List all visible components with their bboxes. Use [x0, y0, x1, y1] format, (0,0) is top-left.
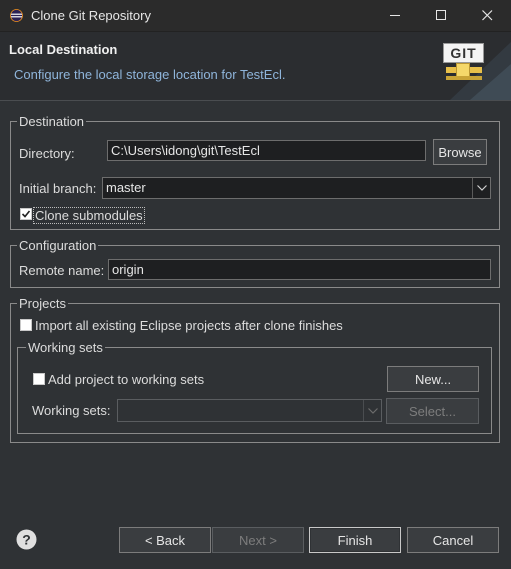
back-button-label: < Back — [144, 532, 186, 548]
browse-button-label: Browse — [438, 144, 482, 160]
svg-text:?: ? — [22, 532, 31, 548]
clone-submodules-label[interactable]: Clone submodules — [33, 207, 145, 224]
add-to-working-sets-checkbox[interactable] — [33, 373, 45, 385]
close-icon — [481, 10, 492, 21]
cancel-button[interactable]: Cancel — [407, 527, 499, 553]
initial-branch-value: master — [106, 180, 146, 195]
minimize-button[interactable] — [372, 0, 418, 31]
select-working-sets-button-label: Select... — [409, 403, 456, 419]
working-sets-group-label: Working sets — [26, 340, 105, 355]
new-working-set-button-label: New... — [414, 371, 452, 387]
import-projects-checkbox[interactable] — [20, 319, 32, 331]
next-button[interactable]: Next > — [212, 527, 304, 553]
add-to-working-sets-label: Add project to working sets — [48, 372, 205, 387]
clone-submodules-checkbox[interactable] — [20, 208, 32, 220]
window-title: Clone Git Repository — [31, 8, 151, 23]
maximize-button[interactable] — [418, 0, 464, 31]
import-projects-label: Import all existing Eclipse projects aft… — [35, 318, 343, 333]
minimize-icon — [389, 15, 400, 16]
maximize-icon — [435, 10, 446, 20]
remote-name-label: Remote name: — [19, 263, 105, 278]
checkmark-icon — [21, 210, 31, 218]
new-working-set-button[interactable]: New... — [387, 366, 479, 392]
next-button-label: Next > — [239, 532, 277, 548]
working-sets-select[interactable] — [117, 399, 382, 422]
back-button[interactable]: < Back — [119, 527, 211, 553]
remote-name-input[interactable]: origin — [108, 259, 491, 280]
initial-branch-select[interactable]: master — [102, 177, 491, 199]
chevron-down-icon — [472, 178, 490, 198]
git-logo-icon: GIT — [443, 43, 484, 85]
configuration-group-label: Configuration — [17, 238, 99, 253]
page-description: Configure the local storage location for… — [14, 67, 286, 82]
chevron-down-icon — [363, 400, 381, 421]
cancel-button-label: Cancel — [432, 532, 474, 548]
select-working-sets-button[interactable]: Select... — [386, 398, 479, 424]
working-sets-label: Working sets: — [32, 403, 111, 418]
destination-group-label: Destination — [17, 114, 87, 129]
finish-button-label: Finish — [337, 532, 373, 548]
directory-label: Directory: — [19, 146, 75, 161]
header-separator — [0, 100, 511, 101]
help-icon[interactable]: ? — [16, 529, 37, 550]
eclipse-icon — [10, 9, 23, 22]
projects-group-label: Projects — [17, 296, 68, 311]
initial-branch-label: Initial branch: — [19, 181, 97, 196]
browse-button[interactable]: Browse — [433, 139, 487, 165]
close-button[interactable] — [464, 0, 510, 31]
directory-input[interactable]: C:\Users\idong\git\TestEcl — [107, 140, 426, 161]
page-title: Local Destination — [9, 42, 118, 57]
finish-button[interactable]: Finish — [309, 527, 401, 553]
